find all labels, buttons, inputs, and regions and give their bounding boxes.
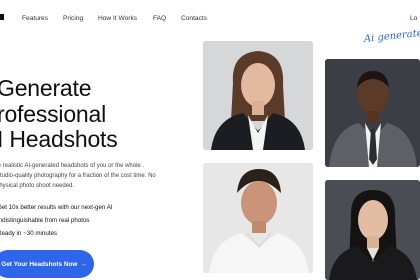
hero-description: te realistic AI-generated headshots of y… [0,163,156,189]
nav-how-it-works[interactable]: How It Works [98,15,137,23]
nav-features[interactable]: Features [22,15,48,23]
headshot-photo [325,180,420,280]
get-headshots-button[interactable]: Get Your Headshots Now → [0,250,94,278]
hero-title-line-1: Generate [0,75,92,101]
ai-generated-annotation: Ai generated [363,27,420,45]
hero-title-line-2: rofessional [0,100,107,127]
hero-title-line-3: I Headshots [0,126,118,152]
arrow-right-icon: → [80,260,87,268]
nav-pricing[interactable]: Pricing [63,15,83,23]
logo[interactable] [0,14,4,20]
headshot-photo [203,163,313,273]
feature-item: Get 10x better results with our next-gen… [0,204,113,211]
nav-faq[interactable]: FAQ [153,15,166,23]
landing-page: Features Pricing How It Works FAQ Contac… [0,0,420,280]
feature-item: Ready in ~30 minutes [0,230,58,237]
headshot-photo [203,41,313,150]
nav-contacts[interactable]: Contacts [181,15,207,23]
headshot-photo [325,59,420,167]
feature-list: Get 10x better results with our next-gen… [0,201,113,240]
hero-title: Generate rofessional I Headshots [0,75,118,153]
nav-login[interactable]: Lo [410,15,417,23]
feature-item: Indistinguishable from real photos [0,217,90,224]
cta-label: Get Your Headshots Now [1,260,78,268]
